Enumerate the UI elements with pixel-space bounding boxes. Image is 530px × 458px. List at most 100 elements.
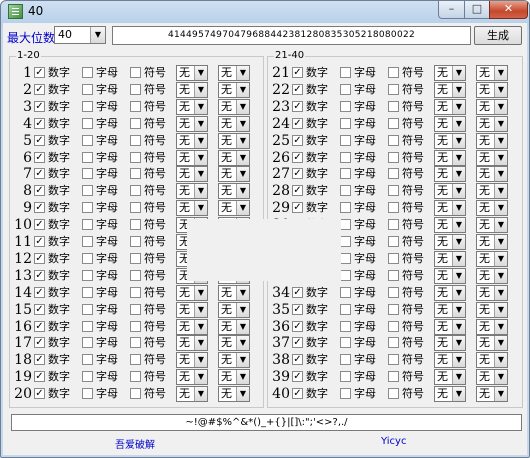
symbol-checkbox[interactable] bbox=[130, 219, 141, 231]
letter-checkbox[interactable] bbox=[82, 100, 93, 112]
char-select-1[interactable]: 无▼ bbox=[176, 318, 208, 335]
char-select-2[interactable]: 无▼ bbox=[476, 284, 508, 301]
chevron-down-icon[interactable]: ▼ bbox=[452, 251, 465, 266]
letter-checkbox[interactable] bbox=[82, 320, 93, 332]
digit-checkbox[interactable]: ✓ bbox=[292, 100, 303, 112]
digit-checkbox[interactable]: ✓ bbox=[34, 388, 45, 400]
letter-checkbox[interactable] bbox=[340, 202, 351, 214]
chevron-down-icon[interactable]: ▼ bbox=[236, 302, 249, 317]
digit-checkbox[interactable]: ✓ bbox=[34, 337, 45, 349]
chevron-down-icon[interactable]: ▼ bbox=[494, 251, 507, 266]
letter-checkbox[interactable] bbox=[340, 337, 351, 349]
chevron-down-icon[interactable]: ▼ bbox=[194, 302, 207, 317]
letter-checkbox[interactable] bbox=[340, 134, 351, 146]
digit-checkbox[interactable]: ✓ bbox=[292, 83, 303, 95]
char-select-2[interactable]: 无▼ bbox=[476, 318, 508, 335]
digit-checkbox[interactable]: ✓ bbox=[34, 168, 45, 180]
letter-checkbox[interactable] bbox=[82, 236, 93, 247]
chevron-down-icon[interactable]: ▼ bbox=[452, 133, 465, 148]
char-select-1[interactable]: 无▼ bbox=[176, 200, 208, 217]
chevron-down-icon[interactable]: ▼ bbox=[194, 167, 207, 182]
symbol-checkbox[interactable] bbox=[130, 252, 141, 264]
chevron-down-icon[interactable]: ▼ bbox=[494, 285, 507, 300]
letter-checkbox[interactable] bbox=[340, 388, 351, 400]
symbol-checkbox[interactable] bbox=[130, 151, 141, 163]
symbol-checkbox[interactable] bbox=[388, 117, 399, 129]
letter-checkbox[interactable] bbox=[340, 354, 351, 366]
char-select-1[interactable]: 无▼ bbox=[434, 234, 466, 250]
digit-checkbox[interactable]: ✓ bbox=[292, 337, 303, 349]
symbol-checkbox[interactable] bbox=[388, 236, 399, 247]
chevron-down-icon[interactable]: ▼ bbox=[494, 387, 507, 402]
chevron-down-icon[interactable]: ▼ bbox=[236, 370, 249, 385]
symbol-checkbox[interactable] bbox=[130, 236, 141, 247]
letter-checkbox[interactable] bbox=[340, 83, 351, 95]
chevron-down-icon[interactable]: ▼ bbox=[452, 370, 465, 385]
char-select-2[interactable]: 无▼ bbox=[476, 98, 508, 115]
digit-checkbox[interactable]: ✓ bbox=[34, 320, 45, 332]
symbol-checkbox[interactable] bbox=[130, 117, 141, 129]
digit-checkbox[interactable]: ✓ bbox=[34, 100, 45, 112]
chevron-down-icon[interactable]: ▼ bbox=[194, 319, 207, 334]
letter-checkbox[interactable] bbox=[340, 67, 351, 78]
chevron-down-icon[interactable]: ▼ bbox=[236, 285, 249, 300]
chevron-down-icon[interactable]: ▼ bbox=[194, 285, 207, 300]
chevron-down-icon[interactable]: ▼ bbox=[236, 184, 249, 199]
maximize-button[interactable]: □ bbox=[464, 1, 490, 19]
chevron-down-icon[interactable]: ▼ bbox=[452, 82, 465, 97]
chevron-down-icon[interactable]: ▼ bbox=[236, 150, 249, 165]
letter-checkbox[interactable] bbox=[82, 252, 93, 264]
digit-checkbox[interactable]: ✓ bbox=[292, 185, 303, 197]
symbol-checkbox[interactable] bbox=[130, 202, 141, 214]
letter-checkbox[interactable] bbox=[82, 269, 93, 281]
char-select-2[interactable]: 无▼ bbox=[218, 115, 250, 132]
chevron-down-icon[interactable]: ▼ bbox=[452, 336, 465, 351]
chevron-down-icon[interactable]: ▼ bbox=[494, 268, 507, 283]
digit-checkbox[interactable]: ✓ bbox=[292, 202, 303, 214]
char-select-2[interactable]: 无▼ bbox=[476, 183, 508, 200]
char-select-2[interactable]: 无▼ bbox=[476, 369, 508, 386]
char-select-2[interactable]: 无▼ bbox=[218, 183, 250, 200]
chevron-down-icon[interactable]: ▼ bbox=[194, 66, 207, 80]
char-select-1[interactable]: 无▼ bbox=[176, 65, 208, 81]
symbol-checkbox[interactable] bbox=[388, 219, 399, 231]
char-select-2[interactable]: 无▼ bbox=[476, 115, 508, 132]
chevron-down-icon[interactable]: ▼ bbox=[452, 150, 465, 165]
chevron-down-icon[interactable]: ▼ bbox=[194, 336, 207, 351]
digit-checkbox[interactable]: ✓ bbox=[292, 117, 303, 129]
chevron-down-icon[interactable]: ▼ bbox=[452, 184, 465, 199]
letter-checkbox[interactable] bbox=[340, 100, 351, 112]
digit-checkbox[interactable]: ✓ bbox=[34, 303, 45, 315]
letter-checkbox[interactable] bbox=[340, 269, 351, 281]
letter-checkbox[interactable] bbox=[340, 185, 351, 197]
letter-checkbox[interactable] bbox=[82, 337, 93, 349]
symbol-checkbox[interactable] bbox=[388, 202, 399, 214]
char-select-1[interactable]: 无▼ bbox=[176, 166, 208, 183]
digit-checkbox[interactable]: ✓ bbox=[292, 371, 303, 383]
symbol-checkbox[interactable] bbox=[130, 269, 141, 281]
chevron-down-icon[interactable]: ▼ bbox=[194, 82, 207, 97]
symbol-checkbox[interactable] bbox=[130, 354, 141, 366]
letter-checkbox[interactable] bbox=[82, 134, 93, 146]
char-select-2[interactable]: 无▼ bbox=[476, 234, 508, 250]
digit-checkbox[interactable]: ✓ bbox=[34, 67, 45, 78]
close-button[interactable]: ✕ bbox=[489, 1, 528, 19]
chevron-down-icon[interactable]: ▼ bbox=[494, 370, 507, 385]
char-select-2[interactable]: 无▼ bbox=[476, 301, 508, 318]
char-select-1[interactable]: 无▼ bbox=[434, 166, 466, 183]
digit-checkbox[interactable]: ✓ bbox=[292, 303, 303, 315]
chevron-down-icon[interactable]: ▼ bbox=[452, 268, 465, 283]
char-select-1[interactable]: 无▼ bbox=[434, 301, 466, 318]
digit-checkbox[interactable]: ✓ bbox=[34, 236, 45, 247]
digit-checkbox[interactable]: ✓ bbox=[34, 151, 45, 163]
chevron-down-icon[interactable]: ▼ bbox=[194, 150, 207, 165]
symbol-checkbox[interactable] bbox=[388, 252, 399, 264]
chevron-down-icon[interactable]: ▼ bbox=[494, 133, 507, 148]
letter-checkbox[interactable] bbox=[340, 219, 351, 231]
chevron-down-icon[interactable]: ▼ bbox=[236, 319, 249, 334]
letter-checkbox[interactable] bbox=[82, 67, 93, 78]
chevron-down-icon[interactable]: ▼ bbox=[494, 302, 507, 317]
char-select-1[interactable]: 无▼ bbox=[176, 284, 208, 301]
chevron-down-icon[interactable]: ▼ bbox=[494, 319, 507, 334]
symbol-checkbox[interactable] bbox=[388, 134, 399, 146]
